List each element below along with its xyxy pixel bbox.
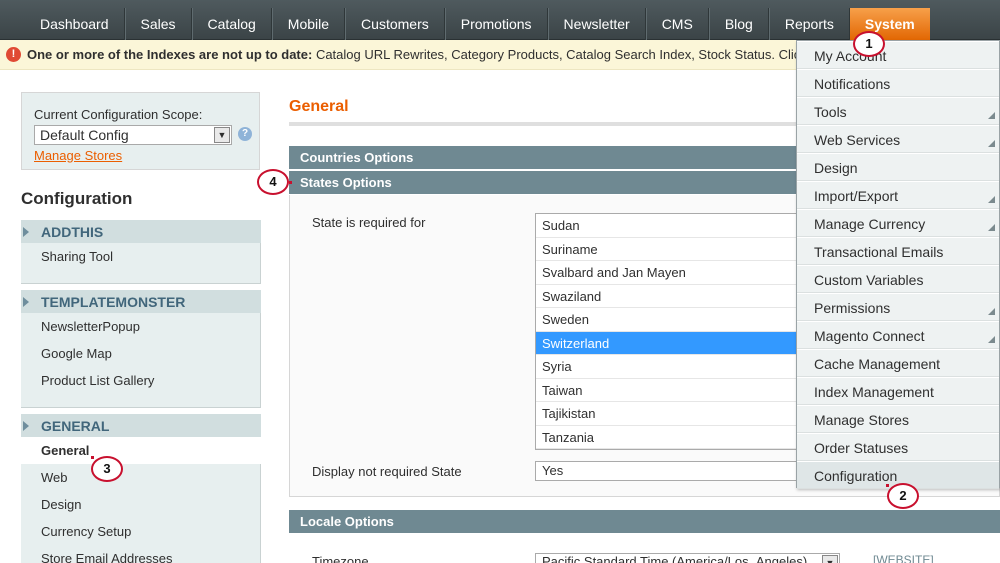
- callout-2: 2: [887, 483, 919, 509]
- chevron-down-icon[interactable]: ▼: [822, 555, 838, 563]
- nav-item-mobile[interactable]: Mobile: [271, 8, 346, 40]
- top-navigation: Dashboard Sales Catalog Mobile Customers Prom…: [0, 0, 1000, 40]
- display-not-required-label: Display not required State: [312, 464, 462, 479]
- sidebar-item-newsletterpopup[interactable]: NewsletterPopup: [21, 313, 261, 340]
- sidebar-head-general[interactable]: GENERAL: [21, 413, 261, 437]
- callout-marker: [289, 181, 292, 184]
- menu-item-manage-stores[interactable]: Manage Stores: [797, 405, 999, 433]
- callout-marker: [91, 456, 94, 459]
- nav-item-dashboard[interactable]: Dashboard: [25, 8, 125, 40]
- index-warning-text[interactable]: One or more of the Indexes are not up to…: [27, 40, 836, 69]
- menu-item-permissions[interactable]: Permissions: [797, 293, 999, 321]
- sidebar-item-general[interactable]: General: [21, 437, 261, 464]
- help-icon[interactable]: ?: [238, 127, 252, 141]
- menu-item-notifications[interactable]: Notifications: [797, 69, 999, 97]
- triangle-right-icon: [23, 227, 29, 237]
- sidebar-section-templatemonster: TEMPLATEMONSTER NewsletterPopup Google M…: [21, 289, 261, 408]
- display-not-required-select[interactable]: Yes: [535, 461, 800, 481]
- system-dropdown-menu: My Account Notifications Tools Web Services…: [796, 40, 1000, 489]
- state-option-syria[interactable]: Syria: [536, 355, 799, 379]
- scope-label: Current Configuration Scope:: [34, 107, 203, 122]
- menu-item-cache-management[interactable]: Cache Management: [797, 349, 999, 377]
- timezone-select[interactable]: Pacific Standard Time (America/Los_Angel…: [535, 553, 840, 563]
- configuration-heading: Configuration: [21, 189, 133, 208]
- nav-item-customers[interactable]: Customers: [345, 8, 445, 40]
- state-required-multiselect[interactable]: Sudan Suriname Svalbard and Jan Mayen Swazi…: [535, 213, 800, 450]
- timezone-scope-label: [WEBSITE]: [873, 553, 934, 563]
- state-option-svalbard-and-jan-mayen[interactable]: Svalbard and Jan Mayen: [536, 261, 799, 285]
- nav-items: Dashboard Sales Catalog Mobile Customers Prom…: [25, 8, 930, 40]
- state-option-sudan[interactable]: Sudan: [536, 214, 799, 238]
- nav-item-sales[interactable]: Sales: [124, 8, 192, 40]
- menu-item-web-services[interactable]: Web Services: [797, 125, 999, 153]
- magento-admin-page: Dashboard Sales Catalog Mobile Customers Prom…: [0, 0, 1000, 563]
- nav-item-cms[interactable]: CMS: [645, 8, 709, 40]
- sidebar-section-addthis: ADDTHIS Sharing Tool: [21, 219, 261, 284]
- manage-stores-link[interactable]: Manage Stores: [34, 148, 122, 163]
- triangle-right-icon: [23, 297, 29, 307]
- state-option-tajikistan[interactable]: Tajikistan: [536, 402, 799, 426]
- state-option-tanzania[interactable]: Tanzania: [536, 426, 799, 449]
- callout-3: 3: [91, 456, 123, 482]
- sidebar-item-design[interactable]: Design: [21, 491, 261, 518]
- error-icon: !: [6, 47, 21, 62]
- sidebar-spacer: [21, 394, 261, 408]
- sidebar-item-sharing-tool[interactable]: Sharing Tool: [21, 243, 261, 270]
- menu-item-import-export[interactable]: Import/Export: [797, 181, 999, 209]
- state-option-taiwan[interactable]: Taiwan: [536, 379, 799, 402]
- menu-item-design[interactable]: Design: [797, 153, 999, 181]
- scope-select[interactable]: Default Config ▼: [34, 125, 232, 145]
- state-option-sweden[interactable]: Sweden: [536, 308, 799, 332]
- state-option-switzerland[interactable]: Switzerland: [536, 331, 799, 355]
- menu-item-my-account[interactable]: My Account: [797, 41, 999, 69]
- nav-item-reports[interactable]: Reports: [768, 8, 850, 40]
- nav-item-newsletter[interactable]: Newsletter: [547, 8, 646, 40]
- callout-1: 1: [853, 31, 885, 57]
- callout-4: 4: [257, 169, 289, 195]
- chevron-down-icon[interactable]: ▼: [214, 127, 230, 143]
- sidebar-item-store-email-addresses[interactable]: Store Email Addresses: [21, 545, 261, 563]
- state-required-label: State is required for: [312, 215, 426, 230]
- nav-item-promotions[interactable]: Promotions: [444, 8, 548, 40]
- menu-item-custom-variables[interactable]: Custom Variables: [797, 265, 999, 293]
- sidebar-head-templatemonster[interactable]: TEMPLATEMONSTER: [21, 289, 261, 313]
- timezone-label: Timezone: [312, 554, 369, 563]
- sidebar-item-web[interactable]: Web: [21, 464, 261, 491]
- state-option-suriname[interactable]: Suriname: [536, 238, 799, 261]
- sidebar-item-product-list-gallery[interactable]: Product List Gallery: [21, 367, 261, 394]
- menu-item-tools[interactable]: Tools: [797, 97, 999, 125]
- scope-switcher: Current Configuration Scope: Default Con…: [21, 92, 260, 170]
- index-warning-detail: Catalog URL Rewrites, Category Products,…: [312, 47, 837, 62]
- timezone-select-value: Pacific Standard Time (America/Los_Angel…: [542, 554, 808, 563]
- nav-item-catalog[interactable]: Catalog: [191, 8, 272, 40]
- sidebar-head-addthis[interactable]: ADDTHIS: [21, 219, 261, 243]
- sidebar-spacer: [21, 270, 261, 284]
- menu-item-transactional-emails[interactable]: Transactional Emails: [797, 237, 999, 265]
- sidebar-head-label: ADDTHIS: [41, 224, 104, 240]
- nav-item-blog[interactable]: Blog: [708, 8, 769, 40]
- state-option-swaziland[interactable]: Swaziland: [536, 285, 799, 308]
- menu-item-magento-connect[interactable]: Magento Connect: [797, 321, 999, 349]
- index-warning-bold: One or more of the Indexes are not up to…: [27, 47, 313, 62]
- sidebar-head-label: GENERAL: [41, 418, 110, 434]
- sidebar-item-currency-setup[interactable]: Currency Setup: [21, 518, 261, 545]
- locale-options-header[interactable]: Locale Options: [289, 510, 1000, 533]
- menu-item-index-management[interactable]: Index Management: [797, 377, 999, 405]
- menu-item-manage-currency[interactable]: Manage Currency: [797, 209, 999, 237]
- callout-marker: [886, 484, 889, 487]
- menu-item-order-statuses[interactable]: Order Statuses: [797, 433, 999, 461]
- sidebar-item-google-map[interactable]: Google Map: [21, 340, 261, 367]
- sidebar-head-label: TEMPLATEMONSTER: [41, 294, 186, 310]
- triangle-right-icon: [23, 421, 29, 431]
- sidebar-section-general: GENERAL General Web Design Currency Setu…: [21, 413, 261, 563]
- scope-select-value: Default Config: [40, 127, 129, 143]
- page-title: General: [289, 98, 349, 115]
